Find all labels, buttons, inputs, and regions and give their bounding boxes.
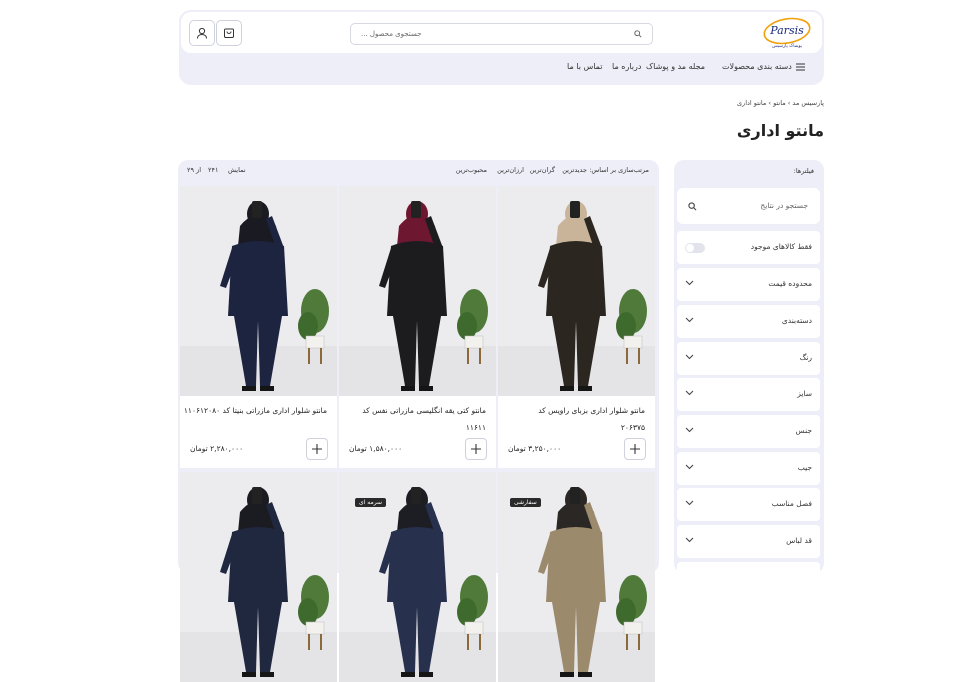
- filter-search-placeholder: جستجو در نتایج: [760, 201, 808, 210]
- filter-label: سایز: [797, 389, 812, 398]
- product-image[interactable]: [339, 186, 496, 396]
- product-tag-badge: سفارشی: [510, 498, 541, 507]
- filter-row[interactable]: قد لباس: [677, 525, 820, 558]
- search-placeholder: جستجوی محصول ...: [361, 30, 422, 38]
- filter-label: دسته‌بندی: [781, 316, 812, 325]
- chevron-down-icon: [685, 427, 694, 433]
- plus-icon: [312, 444, 322, 454]
- menu-icon: [795, 63, 805, 70]
- plus-icon: [630, 444, 640, 454]
- nav-contact[interactable]: تماس با ما: [567, 62, 603, 71]
- chevron-down-icon: [685, 280, 694, 286]
- product-name[interactable]: مانتو شلوار اداری مازراتی بنیتا کد ۱۱۰۶۱…: [184, 406, 327, 415]
- add-to-cart-button[interactable]: [306, 438, 328, 460]
- account-button[interactable]: [189, 20, 215, 46]
- product-image[interactable]: [180, 472, 337, 682]
- product-price: ۲,۲۸۰,۰۰۰ تومان: [190, 444, 244, 453]
- product-card[interactable]: [180, 472, 337, 682]
- chevron-down-icon: [685, 390, 694, 396]
- filter-label: قد لباس: [786, 536, 812, 545]
- chevron-down-icon: [685, 317, 694, 323]
- add-to-cart-button[interactable]: [624, 438, 646, 460]
- product-photo: [180, 472, 337, 682]
- sort-label: مرتب‌سازی بر اساس:: [589, 166, 649, 174]
- filter-row[interactable]: رنگ: [677, 342, 820, 375]
- filter-row[interactable]: محدوده قیمت: [677, 268, 820, 301]
- filter-row[interactable]: جنس: [677, 415, 820, 448]
- filter-label: محدوده قیمت: [768, 279, 812, 288]
- product-code: ۱۱۶۱۱: [465, 423, 486, 432]
- product-name[interactable]: مانتو شلوار اداری بزبای راویس کد: [538, 406, 645, 415]
- product-card[interactable]: مانتو کتی یقه انگلیسی مازراتی نفس کد ۱۱۶۱…: [339, 186, 496, 468]
- add-to-cart-button[interactable]: [465, 438, 487, 460]
- product-tag-badge: سرمه ای: [355, 498, 387, 507]
- filter-search-input[interactable]: جستجو در نتایج: [677, 188, 820, 224]
- sort-option-cheap[interactable]: ارزان‌ترین: [497, 166, 524, 174]
- product-price: ۳,۲۵۰,۰۰۰ تومان: [508, 444, 562, 453]
- chevron-down-icon: [685, 537, 694, 543]
- filters-label: فیلترها:: [793, 167, 814, 175]
- filter-row[interactable]: فصل مناسب: [677, 488, 820, 521]
- product-card[interactable]: سفارشی: [498, 472, 655, 682]
- product-card[interactable]: مانتو شلوار اداری مازراتی بنیتا کد ۱۱۰۶۱…: [180, 186, 337, 468]
- only-available-toggle[interactable]: [685, 243, 705, 253]
- svg-text:Parsis: Parsis: [769, 24, 804, 37]
- total-count: از ۲۹: [187, 166, 201, 174]
- product-card[interactable]: سرمه ای: [339, 472, 496, 682]
- filter-label: فصل مناسب: [771, 499, 812, 508]
- only-available-label: فقط کالاهای موجود: [750, 242, 812, 251]
- product-photo: [339, 186, 496, 396]
- site-logo[interactable]: Parsis پوشاک پارسیس: [760, 15, 814, 51]
- product-code: ۲۰۶۳۷۵: [620, 423, 645, 432]
- product-image[interactable]: [180, 186, 337, 396]
- chevron-down-icon: [685, 464, 694, 470]
- product-photo: [498, 186, 655, 396]
- product-photo: [180, 186, 337, 396]
- filter-row[interactable]: جیب: [677, 452, 820, 485]
- sort-option-popular[interactable]: محبوب‌ترین: [456, 166, 487, 174]
- filter-label: جیب: [797, 463, 812, 472]
- filter-row[interactable]: دسته‌بندی: [677, 305, 820, 338]
- page-title: مانتو اداری: [736, 121, 824, 140]
- product-name[interactable]: مانتو کتی یقه انگلیسی مازراتی نفس کد: [362, 406, 486, 415]
- sort-option-expensive[interactable]: گران‌ترین: [530, 166, 555, 174]
- cart-button[interactable]: [216, 20, 242, 46]
- nav-magazine[interactable]: مجله مد و پوشاک: [646, 62, 705, 71]
- chevron-down-icon: [685, 500, 694, 506]
- breadcrumb[interactable]: پارسیس مد › مانتو › مانتو اداری: [640, 99, 824, 107]
- sort-option-newest[interactable]: جدیدترین: [562, 166, 587, 174]
- search-icon: [688, 202, 697, 211]
- filter-label: جنس: [795, 426, 812, 435]
- nav-about[interactable]: درباره ما: [612, 62, 641, 71]
- parsis-logo-icon: Parsis پوشاک پارسیس: [763, 17, 811, 49]
- product-card[interactable]: مانتو شلوار اداری بزبای راویس کد ۲۰۶۳۷۵ ۳,…: [498, 186, 655, 468]
- show-count[interactable]: ۲۴۱: [208, 166, 218, 174]
- filter-row[interactable]: سایز: [677, 378, 820, 411]
- search-input[interactable]: جستجوی محصول ...: [350, 23, 653, 45]
- user-icon: [197, 27, 207, 39]
- filter-label: رنگ: [799, 353, 812, 362]
- svg-text:پوشاک پارسیس: پوشاک پارسیس: [772, 43, 803, 49]
- search-icon: [634, 30, 642, 38]
- nav-categories-label: دسته بندی محصولات: [722, 62, 792, 71]
- chevron-down-icon: [685, 354, 694, 360]
- plus-icon: [471, 444, 481, 454]
- shopping-bag-icon: [224, 28, 234, 38]
- product-image[interactable]: [498, 186, 655, 396]
- show-label: نمایش: [228, 166, 246, 174]
- sort-bar: مرتب‌سازی بر اساس: جدیدترین گران‌ترین ار…: [180, 163, 657, 177]
- filter-row[interactable]: [677, 562, 820, 582]
- only-available-toggle-row[interactable]: فقط کالاهای موجود: [677, 231, 820, 264]
- nav-categories[interactable]: دسته بندی محصولات: [722, 62, 805, 71]
- product-price: ۱,۵۸۰,۰۰۰ تومان: [349, 444, 403, 453]
